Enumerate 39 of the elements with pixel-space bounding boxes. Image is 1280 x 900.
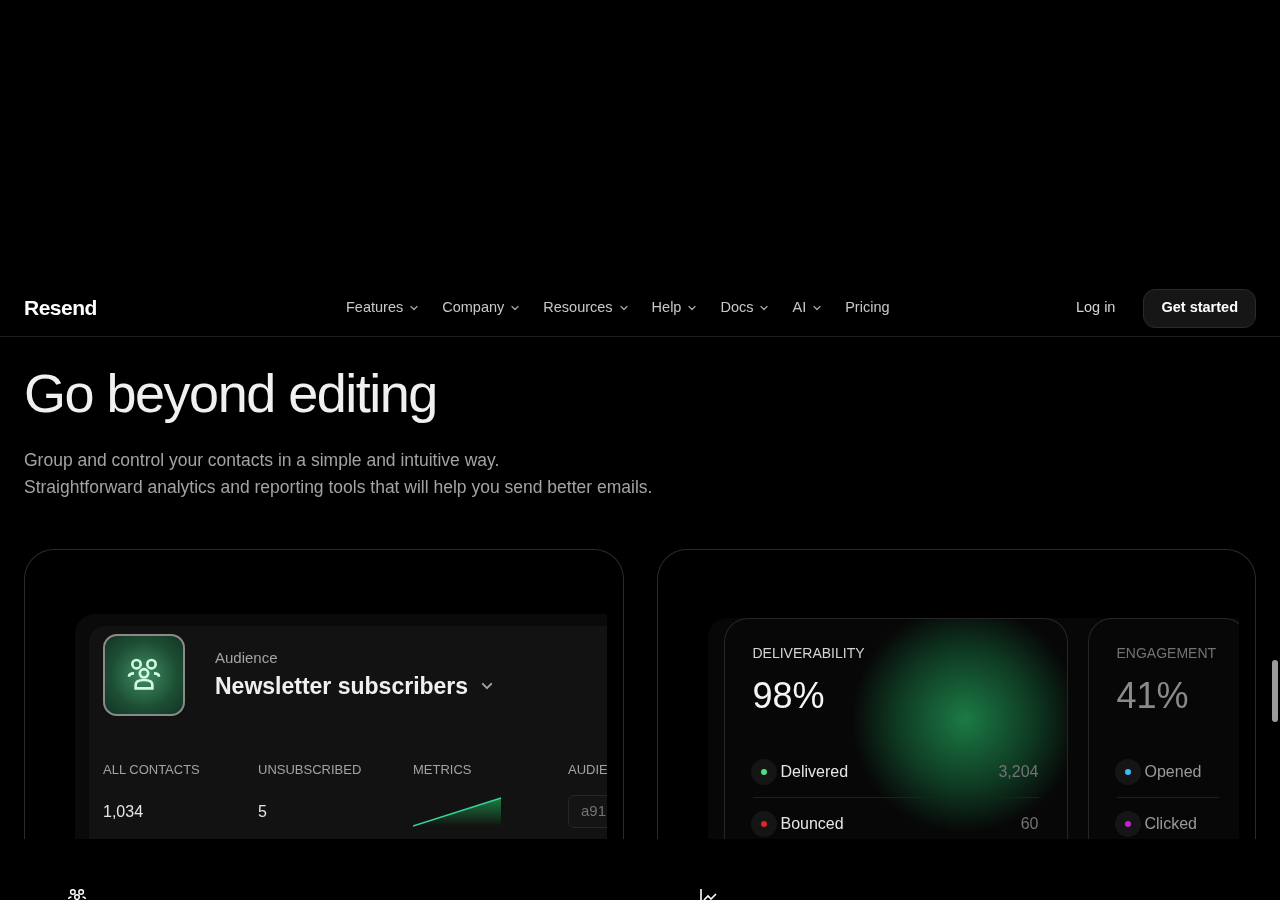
intro-text: Group and control your contacts in a simple and intuitive way. <box>24 449 501 472</box>
panel-title: DELIVERABILITY <box>752 644 866 663</box>
row-label: Bounced <box>780 814 844 834</box>
nav-link[interactable]: Resources <box>543 297 629 319</box>
chevron-down-icon <box>510 303 521 313</box>
stat-value: 1,034 <box>103 801 144 822</box>
chevron-down-icon <box>687 303 698 313</box>
audience-selector[interactable]: Newsletter subscribers <box>215 669 495 704</box>
nav-link[interactable]: Pricing <box>845 297 890 319</box>
row-label: Clicked <box>1144 814 1197 834</box>
intro-text: Straightforward analytics and reporting tools that will help you send better emails. <box>24 476 654 499</box>
panel-percentage: 98% <box>752 674 826 718</box>
panel-title: ENGAGEMENT <box>1116 644 1218 663</box>
stat-label: METRICS <box>413 761 473 779</box>
stat-label: UNSUBSCRIBED <box>258 761 363 779</box>
get-started-button[interactable]: Get started <box>1143 288 1256 328</box>
panel-percentage: 41% <box>1116 674 1190 718</box>
login-link[interactable]: Log in <box>1075 297 1116 319</box>
nav-link[interactable]: Features <box>346 297 420 319</box>
chevron-down-icon <box>618 303 629 313</box>
row-count: 60 <box>1020 814 1039 834</box>
nav-link[interactable]: Docs <box>720 297 770 319</box>
nav-link[interactable]: Company <box>442 297 521 319</box>
stat-label: ALL CONTACTS <box>103 761 201 779</box>
audience-label: Audience <box>215 647 279 668</box>
page-heading: Go beyond editing <box>24 362 438 425</box>
stat-value: 5 <box>258 801 267 822</box>
scrollbar-thumb[interactable] <box>1272 660 1278 722</box>
chevron-down-icon <box>812 303 823 313</box>
audience-id-badge: a91 <box>568 795 607 828</box>
logo[interactable]: Resend <box>24 292 104 324</box>
stat-label: AUDIE <box>568 761 607 779</box>
chevron-down-icon <box>759 303 770 313</box>
row-count: 3,204 <box>998 761 1039 782</box>
row-label: Delivered <box>780 761 849 782</box>
nav-link[interactable]: AI <box>792 297 823 319</box>
row-label: Opened <box>1144 761 1202 782</box>
chevron-down-icon <box>409 303 420 313</box>
nav-link[interactable]: Help <box>651 297 698 319</box>
